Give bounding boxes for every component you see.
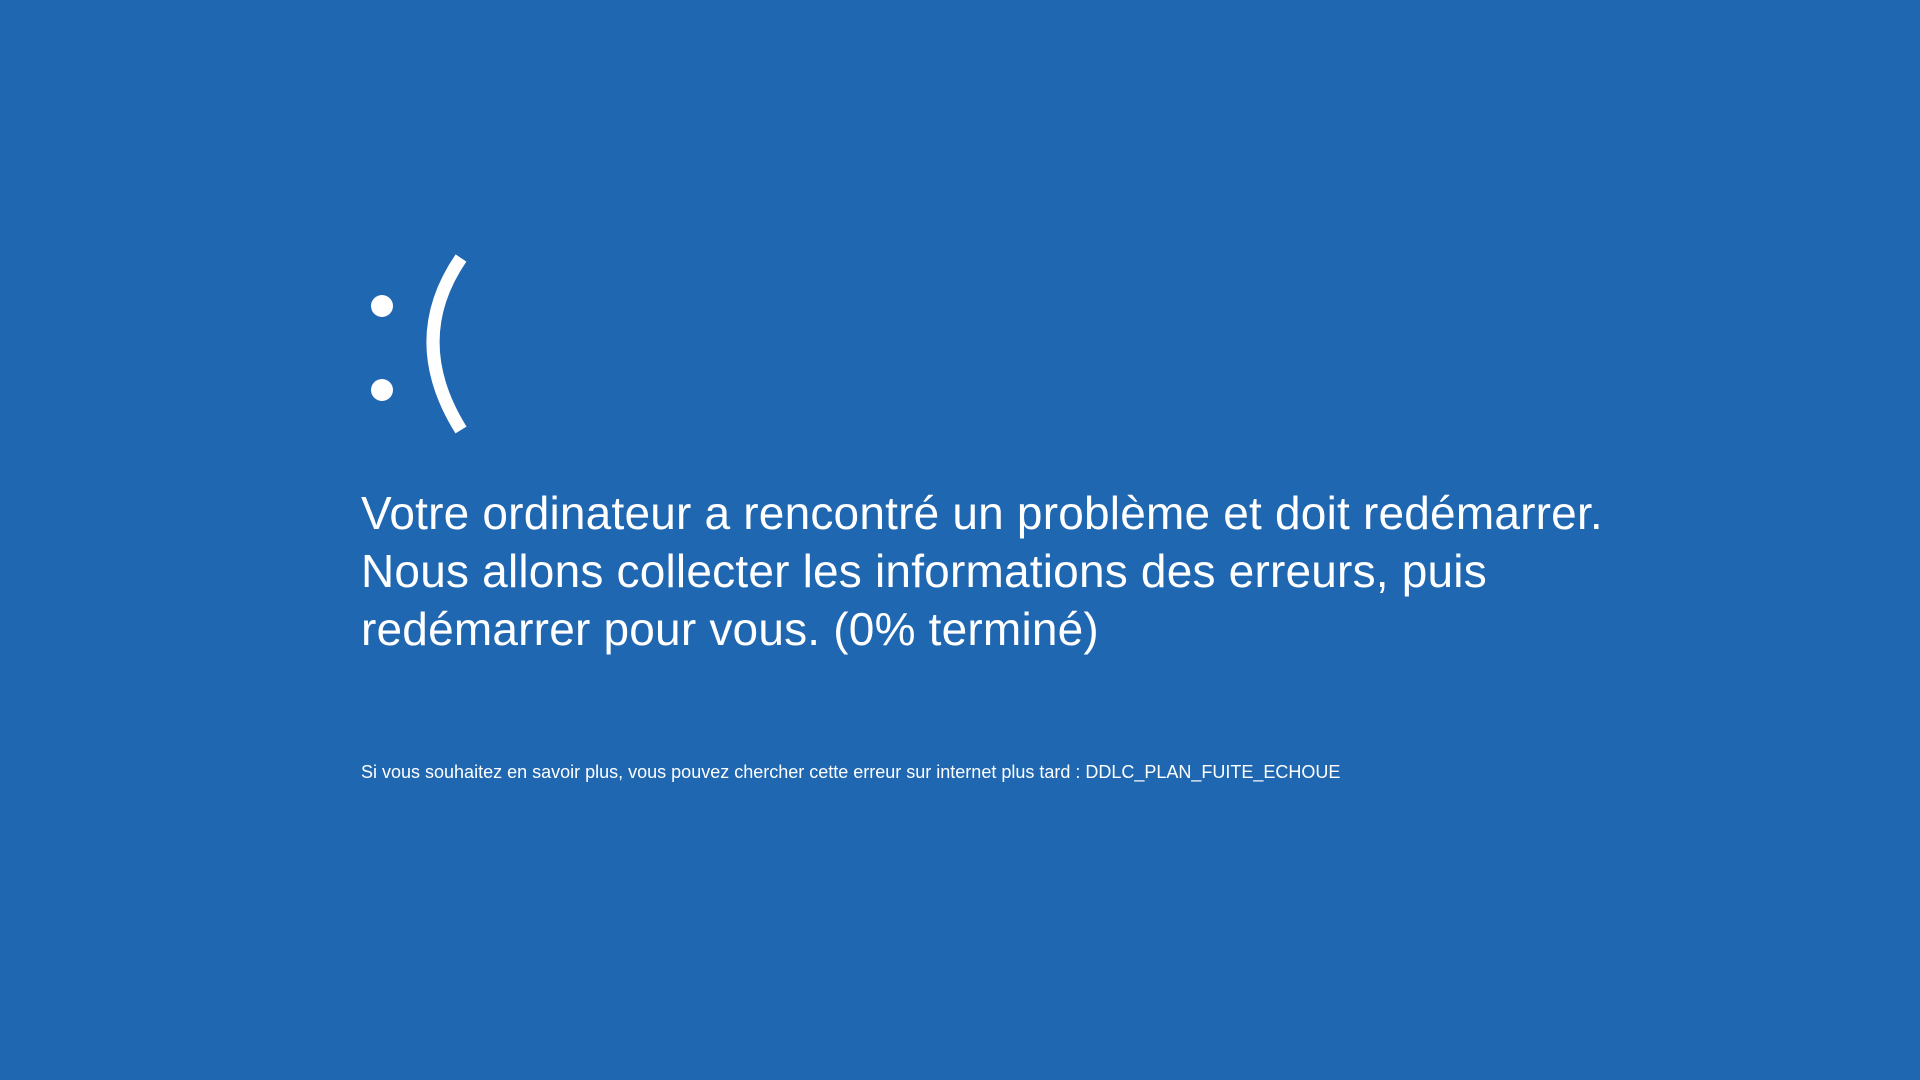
error-message: Votre ordinateur a rencontré un problème… [361,484,1821,658]
error-message-line-1: Votre ordinateur a rencontré un problème… [361,487,1603,539]
bsod-screen: Votre ordinateur a rencontré un problème… [361,0,1821,1080]
error-info-line: Si vous souhaitez en savoir plus, vous p… [361,762,1341,782]
error-message-line-2: Nous allons collecter les informations d… [361,545,1487,597]
error-message-line-3: redémarrer pour vous. (0% terminé) [361,603,1099,655]
sad-face-icon [361,248,471,438]
